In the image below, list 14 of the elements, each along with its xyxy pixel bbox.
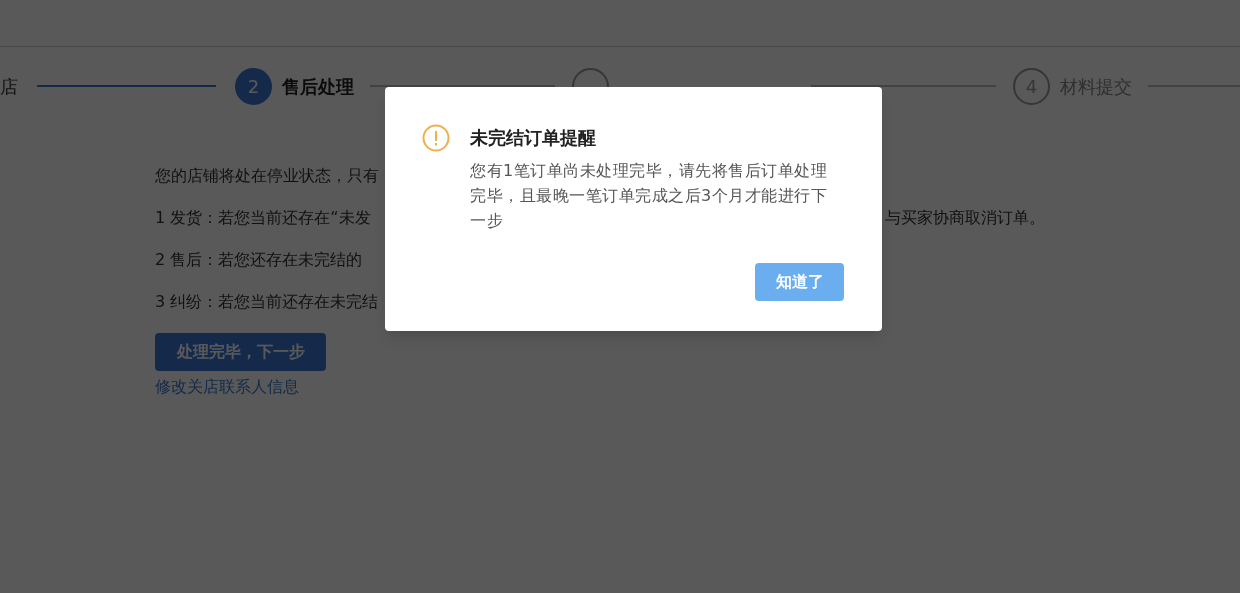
notice-text: 1 发货：若您当前还存在“未发 <box>155 207 371 229</box>
step-number: 2 <box>235 67 272 105</box>
notice-text: 您的店铺将处在停业状态，只有 <box>155 165 379 187</box>
dialog-message: 您有1笔订单尚未处理完毕，请先将售后订单处理完毕，且最晚一笔订单完成之后3个月才能进行下一步 <box>470 160 829 232</box>
step-label: 售后处理 <box>282 74 354 99</box>
acknowledge-button[interactable]: 知道了 <box>755 263 844 301</box>
next-step-button[interactable]: 处理完毕，下一步 <box>155 333 326 371</box>
step-label: 店 <box>0 74 18 99</box>
notice-text: 2 售后：若您还存在未完结的 <box>155 249 363 271</box>
notice-text: 3 纠纷：若您当前还存在未完结 <box>155 291 379 313</box>
warning-icon <box>422 124 450 152</box>
edit-contact-link[interactable]: 修改关店联系人信息 <box>155 375 299 399</box>
dialog-title: 未完结订单提醒 <box>470 126 597 150</box>
notice-text: 与买家协商取消订单。 <box>885 207 1045 229</box>
